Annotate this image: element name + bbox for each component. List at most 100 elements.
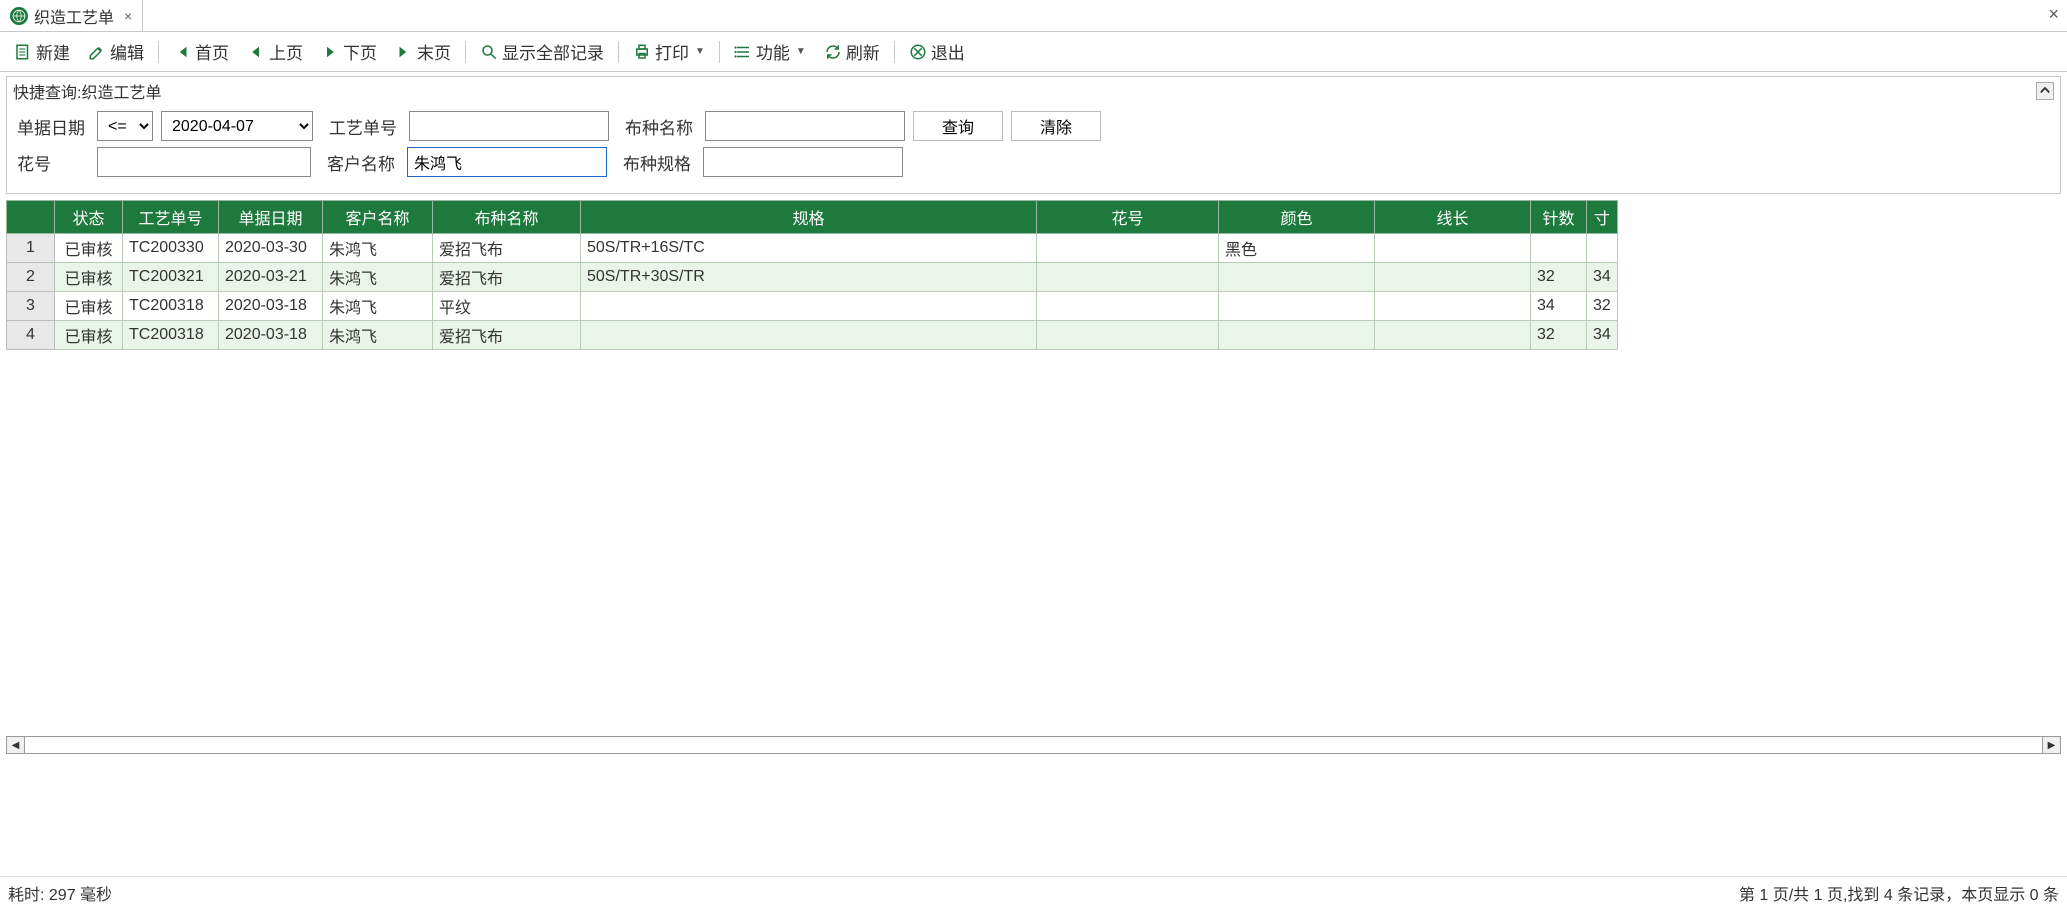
fabric-spec-input[interactable]: [703, 147, 903, 177]
header-spec[interactable]: 规格: [581, 201, 1037, 234]
table-row[interactable]: 1已审核TC2003302020-03-30朱鸿飞爱招飞布50S/TR+16S/…: [7, 234, 1618, 263]
scroll-right-icon[interactable]: ▶: [2042, 737, 2060, 753]
collapse-icon[interactable]: [2036, 82, 2054, 100]
cell-customer[interactable]: 朱鸿飞: [323, 263, 433, 292]
fabric-name-label: 布种名称: [625, 114, 697, 139]
horizontal-scrollbar[interactable]: ◀ ▶: [6, 736, 2061, 754]
cell-status[interactable]: 已审核: [55, 292, 123, 321]
fabric-name-input[interactable]: [705, 111, 905, 141]
cell-docno[interactable]: TC200318: [123, 292, 219, 321]
header-inch[interactable]: 寸: [1587, 201, 1618, 234]
cell-color[interactable]: [1219, 321, 1375, 350]
header-linelen[interactable]: 线长: [1375, 201, 1531, 234]
cell-inch[interactable]: [1587, 234, 1618, 263]
cell-docno[interactable]: TC200330: [123, 234, 219, 263]
cell-color[interactable]: [1219, 292, 1375, 321]
header-needle[interactable]: 针数: [1531, 201, 1587, 234]
flower-no-input[interactable]: [97, 147, 311, 177]
clear-button[interactable]: 清除: [1011, 111, 1101, 141]
cell-rownum[interactable]: 1: [7, 234, 55, 263]
first-page-button[interactable]: 首页: [167, 37, 235, 66]
op-select[interactable]: <=: [97, 111, 153, 141]
cell-rownum[interactable]: 2: [7, 263, 55, 292]
show-all-label: 显示全部记录: [502, 39, 604, 64]
cell-needle[interactable]: [1531, 234, 1587, 263]
last-page-button[interactable]: 末页: [389, 37, 457, 66]
table-row[interactable]: 3已审核TC2003182020-03-18朱鸿飞平纹 3432: [7, 292, 1618, 321]
cell-customer[interactable]: 朱鸿飞: [323, 292, 433, 321]
header-status[interactable]: 状态: [55, 201, 123, 234]
cell-fabric[interactable]: 爱招飞布: [433, 263, 581, 292]
header-flower[interactable]: 花号: [1037, 201, 1219, 234]
cell-flower[interactable]: [1037, 321, 1219, 350]
function-button[interactable]: 功能 ▼: [728, 37, 812, 66]
cell-color[interactable]: 黑色: [1219, 234, 1375, 263]
cell-status[interactable]: 已审核: [55, 321, 123, 350]
cell-docno[interactable]: TC200321: [123, 263, 219, 292]
table-row[interactable]: 4已审核TC2003182020-03-18朱鸿飞爱招飞布 3234: [7, 321, 1618, 350]
cell-spec[interactable]: [581, 321, 1037, 350]
cell-linelen[interactable]: [1375, 263, 1531, 292]
header-fabric[interactable]: 布种名称: [433, 201, 581, 234]
customer-label: 客户名称: [327, 150, 399, 175]
cell-fabric[interactable]: 爱招飞布: [433, 321, 581, 350]
window-close-icon[interactable]: ×: [2048, 4, 2059, 25]
cell-inch[interactable]: 34: [1587, 321, 1618, 350]
cell-status[interactable]: 已审核: [55, 234, 123, 263]
scroll-left-icon[interactable]: ◀: [7, 737, 25, 753]
cell-fabric[interactable]: 爱招飞布: [433, 234, 581, 263]
cell-spec[interactable]: 50S/TR+30S/TR: [581, 263, 1037, 292]
exit-button[interactable]: 退出: [903, 37, 971, 66]
header-customer[interactable]: 客户名称: [323, 201, 433, 234]
cell-inch[interactable]: 32: [1587, 292, 1618, 321]
cell-flower[interactable]: [1037, 234, 1219, 263]
cell-rownum[interactable]: 3: [7, 292, 55, 321]
refresh-button[interactable]: 刷新: [818, 37, 886, 66]
last-label: 末页: [417, 39, 451, 64]
header-color[interactable]: 颜色: [1219, 201, 1375, 234]
table-row[interactable]: 2已审核TC2003212020-03-21朱鸿飞爱招飞布50S/TR+30S/…: [7, 263, 1618, 292]
tab-bar: 织造工艺单 × ×: [0, 0, 2067, 32]
cell-flower[interactable]: [1037, 292, 1219, 321]
header-date[interactable]: 单据日期: [219, 201, 323, 234]
next-page-button[interactable]: 下页: [315, 37, 383, 66]
tab-weaving-process[interactable]: 织造工艺单 ×: [0, 0, 143, 31]
data-grid[interactable]: 状态 工艺单号 单据日期 客户名称 布种名称 规格 花号 颜色 线长 针数 寸 …: [6, 200, 1618, 350]
cell-linelen[interactable]: [1375, 234, 1531, 263]
cell-fabric[interactable]: 平纹: [433, 292, 581, 321]
cell-date[interactable]: 2020-03-21: [219, 263, 323, 292]
cell-date[interactable]: 2020-03-30: [219, 234, 323, 263]
cell-needle[interactable]: 34: [1531, 292, 1587, 321]
header-rownum: [7, 201, 55, 234]
cell-needle[interactable]: 32: [1531, 321, 1587, 350]
cell-spec[interactable]: [581, 292, 1037, 321]
refresh-label: 刷新: [846, 39, 880, 64]
cell-docno[interactable]: TC200318: [123, 321, 219, 350]
cell-linelen[interactable]: [1375, 292, 1531, 321]
cell-flower[interactable]: [1037, 263, 1219, 292]
prev-page-button[interactable]: 上页: [241, 37, 309, 66]
query-button[interactable]: 查询: [913, 111, 1003, 141]
cell-date[interactable]: 2020-03-18: [219, 292, 323, 321]
new-button[interactable]: 新建: [8, 37, 76, 66]
status-left: 耗时: 297 毫秒: [8, 881, 112, 905]
cell-inch[interactable]: 34: [1587, 263, 1618, 292]
close-icon[interactable]: ×: [124, 8, 132, 24]
cell-date[interactable]: 2020-03-18: [219, 321, 323, 350]
cell-color[interactable]: [1219, 263, 1375, 292]
cell-customer[interactable]: 朱鸿飞: [323, 234, 433, 263]
cell-status[interactable]: 已审核: [55, 263, 123, 292]
cell-needle[interactable]: 32: [1531, 263, 1587, 292]
doc-no-input[interactable]: [409, 111, 609, 141]
header-docno[interactable]: 工艺单号: [123, 201, 219, 234]
show-all-button[interactable]: 显示全部记录: [474, 37, 610, 66]
cell-rownum[interactable]: 4: [7, 321, 55, 350]
query-panel: 快捷查询:织造工艺单 单据日期 <= 2020-04-07 工艺单号 布种名称 …: [6, 76, 2061, 194]
date-select[interactable]: 2020-04-07: [161, 111, 313, 141]
cell-customer[interactable]: 朱鸿飞: [323, 321, 433, 350]
edit-button[interactable]: 编辑: [82, 37, 150, 66]
customer-input[interactable]: [407, 147, 607, 177]
cell-linelen[interactable]: [1375, 321, 1531, 350]
cell-spec[interactable]: 50S/TR+16S/TC: [581, 234, 1037, 263]
print-button[interactable]: 打印 ▼: [627, 37, 711, 66]
